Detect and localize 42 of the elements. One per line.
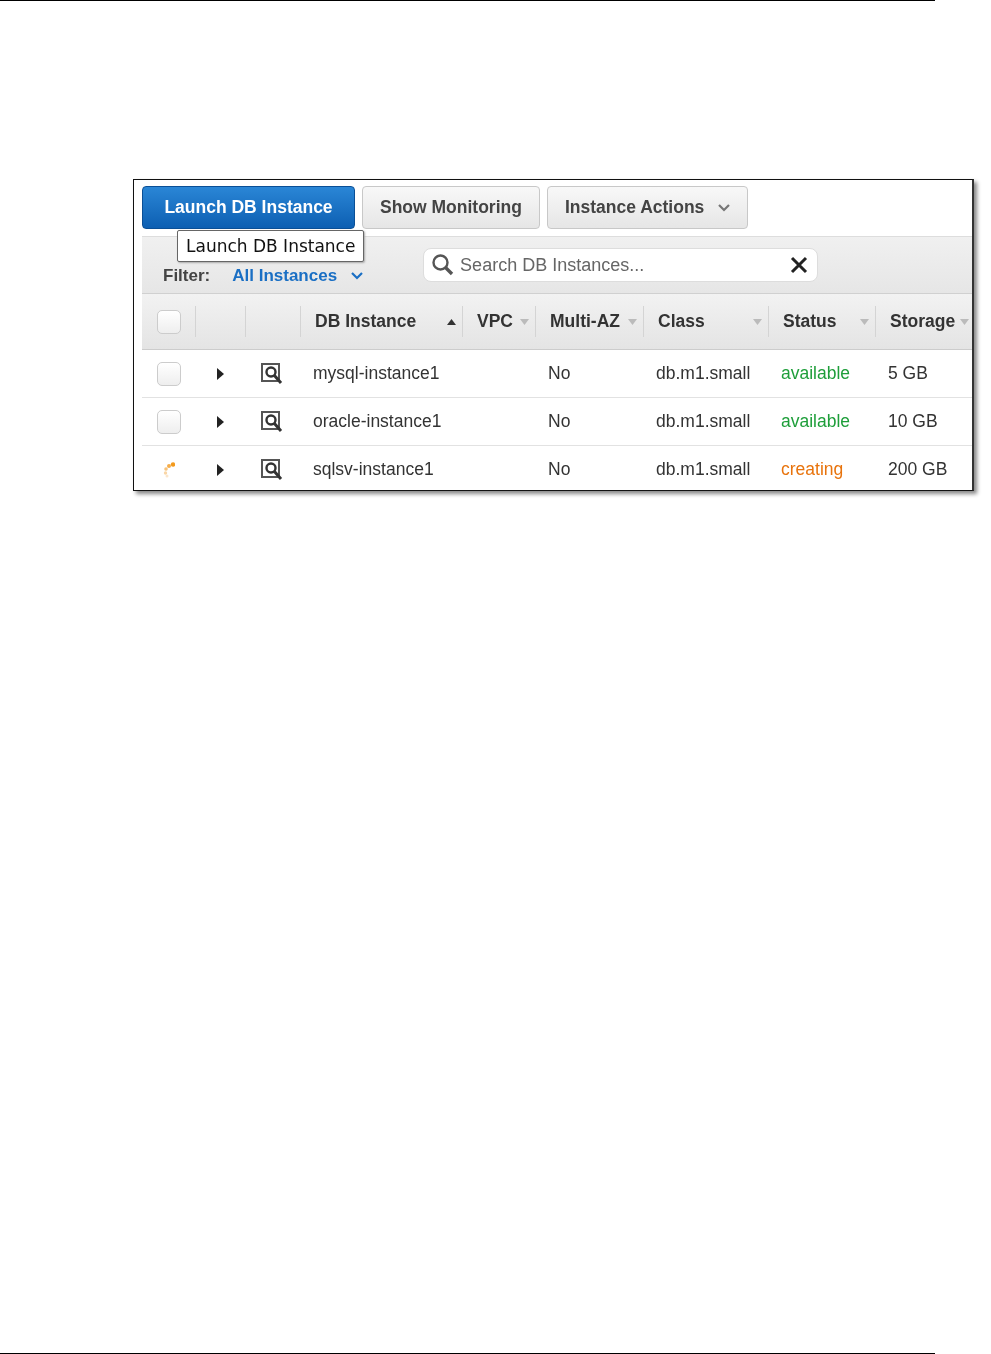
magnifier-icon[interactable] [260,458,285,481]
table-cell-text: db.m1.small [655,410,752,433]
column-header[interactable]: DB Instance [300,306,462,337]
column-header[interactable]: Class [643,306,768,337]
toolbar-button[interactable]: Show Monitoring [362,186,540,229]
close-icon[interactable] [790,256,809,274]
table-cell-text: No [547,362,572,385]
row-checkbox[interactable] [156,361,181,386]
chevron-down-icon [718,203,731,212]
filter-dropdown[interactable]: All Instances [232,266,364,286]
column-header[interactable]: Status [768,306,875,337]
table-cell-text: 10 GB [887,410,939,433]
expand-arrow-icon[interactable] [216,463,224,476]
column-header[interactable]: Storage [875,306,972,337]
column-header[interactable]: VPC [462,306,535,337]
table-cell-text: No [547,458,572,481]
magnifier-icon[interactable] [260,362,285,385]
launch-button[interactable]: Launch DB Instance [142,186,355,229]
spinner-icon [162,461,175,478]
search-icon [431,253,456,277]
chevron-down-icon [351,272,364,280]
filter-label: Filter: [163,266,211,286]
row-checkbox[interactable] [156,409,181,434]
status-text: available [780,410,852,433]
table-cell-text: 200 GB [887,458,949,481]
select-all-checkbox[interactable] [156,309,181,334]
table-cell-text: mysql-instance1 [312,362,441,385]
table-cell-text: db.m1.small [655,458,752,481]
actions-dropdown[interactable]: Instance Actions [546,186,749,229]
table-cell-text: db.m1.small [655,362,752,385]
search-field[interactable]: Search DB Instances... [423,248,819,282]
status-text: available [780,362,852,385]
table-cell-text: oracle-instance1 [312,410,443,433]
expand-arrow-icon[interactable] [216,415,224,428]
table-cell-text: No [547,410,572,433]
magnifier-icon[interactable] [260,410,285,433]
tooltip: Launch DB Instance [177,230,365,262]
table-cell-text: 5 GB [887,362,929,385]
status-text: creating [780,458,845,481]
expand-arrow-icon[interactable] [216,367,224,380]
column-header[interactable]: Multi-AZ [535,306,643,337]
table-cell-text: sqlsv-instance1 [312,458,435,481]
